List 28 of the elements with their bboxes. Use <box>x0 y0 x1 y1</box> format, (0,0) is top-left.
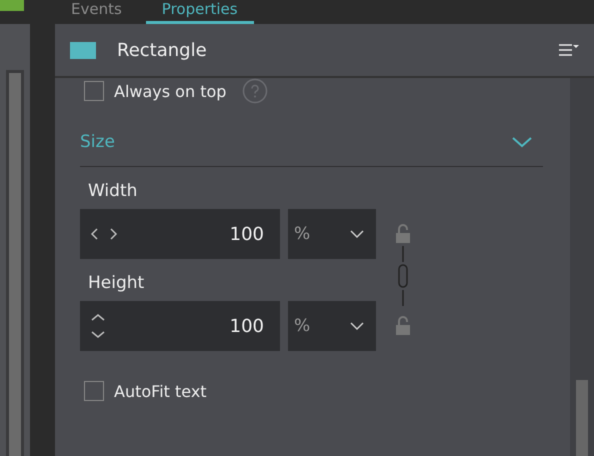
field-label: Width <box>88 181 138 201</box>
section-header[interactable]: Size <box>80 118 543 167</box>
checkbox-label: Always on top <box>114 82 226 100</box>
rectangle-swatch-icon <box>70 42 96 58</box>
tab[interactable]: Events <box>55 2 138 24</box>
link-chain-icon[interactable] <box>397 246 409 306</box>
field-label: Height <box>88 273 146 293</box>
number-field[interactable]: 100 <box>80 301 280 351</box>
unit-dropdown[interactable]: % <box>288 301 376 351</box>
horizontal-arrows-icon <box>90 227 118 241</box>
scrollbar-thumb[interactable] <box>576 380 588 456</box>
checkbox-label: AutoFit text <box>114 382 207 400</box>
unlocked-padlock-icon[interactable] <box>395 224 411 244</box>
chevron-icon[interactable] <box>511 135 533 149</box>
caret-icon <box>350 322 364 330</box>
unit-dropdown[interactable]: % <box>288 209 376 259</box>
checkbox[interactable] <box>84 381 104 401</box>
section-title: Size <box>80 132 115 152</box>
scrollbar[interactable] <box>570 78 594 456</box>
vertical-arrows-icon <box>90 312 106 340</box>
unlocked-padlock-icon[interactable] <box>395 316 411 336</box>
number-field[interactable]: 100 <box>80 209 280 259</box>
caret-icon <box>350 230 364 238</box>
tab-marker <box>0 0 24 11</box>
menu-icon[interactable] <box>558 42 580 58</box>
panel-title: Rectangle <box>117 40 208 60</box>
help-icon[interactable] <box>242 78 268 104</box>
checkbox[interactable] <box>84 81 104 101</box>
